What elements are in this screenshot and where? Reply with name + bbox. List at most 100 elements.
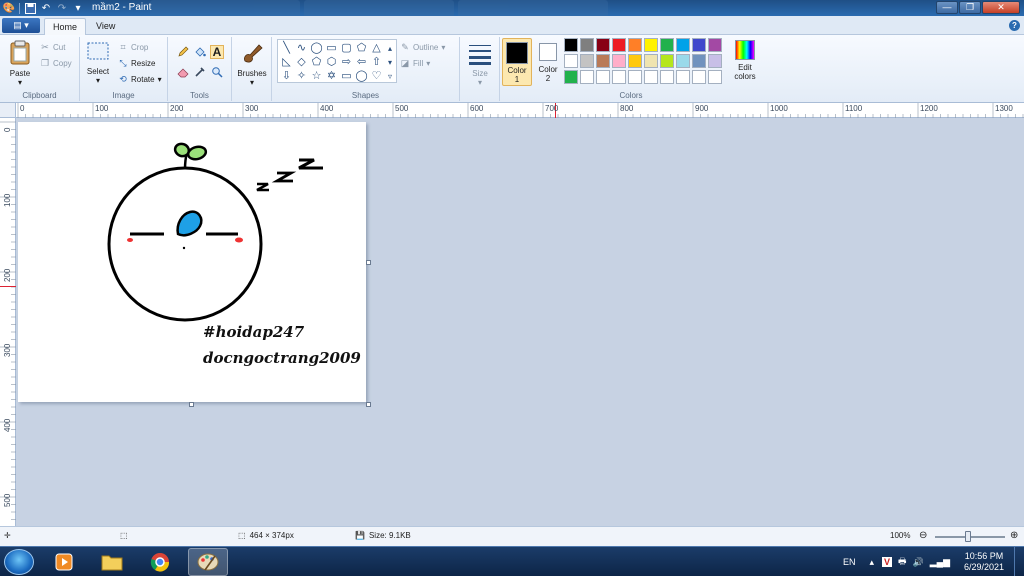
volume-icon[interactable]: 🔊 <box>913 557 924 568</box>
select-button[interactable]: Select ▾ <box>84 41 112 85</box>
undo-icon[interactable]: ↶ <box>40 2 52 14</box>
shapes-scroll-down-icon[interactable]: ▾ <box>384 56 396 69</box>
four-point-star-shape-icon[interactable]: ✧ <box>295 70 308 83</box>
palette-swatch[interactable] <box>660 70 674 84</box>
color2-button[interactable]: Color 2 <box>534 38 562 86</box>
palette-swatch[interactable] <box>644 70 658 84</box>
palette-swatch[interactable] <box>692 54 706 68</box>
cut-button[interactable]: ✂ Cut <box>40 41 65 54</box>
edit-colors-button[interactable]: Edit colors <box>730 38 760 86</box>
drawing-canvas[interactable]: #hoidap247 docngoctrang2009 <box>18 122 366 402</box>
brushes-button[interactable]: Brushes ▾ <box>236 41 268 87</box>
file-menu-button[interactable]: ▤ ▾ <box>2 18 40 33</box>
taskbar-chrome[interactable] <box>140 548 180 576</box>
pencil-icon[interactable] <box>176 45 190 59</box>
resize-button[interactable]: ⤡ Resize <box>118 57 155 70</box>
palette-swatch[interactable] <box>660 38 674 52</box>
palette-swatch[interactable] <box>708 38 722 52</box>
palette-swatch[interactable] <box>644 38 658 52</box>
maximize-button[interactable]: ❐ <box>959 1 981 14</box>
right-triangle-shape-icon[interactable]: ◺ <box>280 56 293 69</box>
help-icon[interactable]: ? <box>1009 20 1020 31</box>
palette-swatch[interactable] <box>596 54 610 68</box>
paint-app-icon[interactable]: 🎨 <box>3 2 15 14</box>
right-arrow-shape-icon[interactable]: ⇨ <box>340 56 353 69</box>
curve-shape-icon[interactable]: ∿ <box>295 42 308 55</box>
rounded-rectangle-shape-icon[interactable]: ▢ <box>340 42 353 55</box>
tray-expand-icon[interactable]: ▴ <box>870 557 875 568</box>
tab-home[interactable]: Home <box>44 18 87 36</box>
text-tool-icon[interactable]: A <box>210 45 224 59</box>
taskbar-media-player[interactable] <box>44 548 84 576</box>
tab-view[interactable]: View <box>88 18 123 36</box>
hexagon-shape-icon[interactable]: ⬡ <box>325 56 338 69</box>
show-desktop-button[interactable] <box>1014 547 1024 576</box>
up-arrow-shape-icon[interactable]: ⇧ <box>370 56 383 69</box>
palette-swatch[interactable] <box>676 70 690 84</box>
rotate-button[interactable]: ⟲ Rotate ▾ <box>118 73 161 86</box>
line-shape-icon[interactable]: ╲ <box>280 42 293 55</box>
palette-swatch[interactable] <box>612 38 626 52</box>
printer-tray-icon[interactable]: 🖶 <box>898 554 907 570</box>
close-button[interactable]: ✕ <box>982 1 1020 14</box>
six-point-star-shape-icon[interactable]: ✡ <box>325 70 338 83</box>
palette-swatch[interactable] <box>628 38 642 52</box>
down-arrow-shape-icon[interactable]: ⇩ <box>280 70 293 83</box>
palette-swatch[interactable] <box>612 54 626 68</box>
palette-swatch[interactable] <box>708 54 722 68</box>
palette-swatch[interactable] <box>596 38 610 52</box>
magnifier-icon[interactable] <box>210 65 224 79</box>
callout-oval-shape-icon[interactable]: ◯ <box>355 70 368 83</box>
antivirus-tray-icon[interactable]: V <box>882 557 893 567</box>
taskbar-paint[interactable] <box>188 548 228 576</box>
system-clock[interactable]: 10:56 PM 6/29/2021 <box>958 551 1010 573</box>
oval-shape-icon[interactable]: ◯ <box>310 42 323 55</box>
canvas-resize-handle-corner[interactable] <box>366 402 371 407</box>
redo-icon[interactable]: ↷ <box>56 2 68 14</box>
language-indicator[interactable]: EN <box>843 557 856 567</box>
zoom-out-button[interactable]: ⊖ <box>919 530 927 541</box>
shapes-scroll-up-icon[interactable]: ▴ <box>384 42 396 55</box>
palette-swatch[interactable] <box>660 54 674 68</box>
five-point-star-shape-icon[interactable]: ☆ <box>310 70 323 83</box>
palette-swatch[interactable] <box>692 70 706 84</box>
palette-swatch[interactable] <box>628 70 642 84</box>
heart-shape-icon[interactable]: ♡ <box>370 70 383 83</box>
fill-button[interactable]: ◪ Fill ▾ <box>400 57 431 70</box>
pentagon-shape-icon[interactable]: ⬠ <box>310 56 323 69</box>
palette-swatch[interactable] <box>708 70 722 84</box>
zoom-slider-thumb[interactable] <box>965 531 971 542</box>
color-picker-icon[interactable] <box>193 65 207 79</box>
fill-bucket-icon[interactable] <box>193 45 207 59</box>
palette-swatch[interactable] <box>692 38 706 52</box>
color1-button[interactable]: Color 1 <box>502 38 532 86</box>
zoom-in-button[interactable]: ⊕ <box>1010 530 1018 541</box>
canvas-workspace[interactable]: #hoidap247 docngoctrang2009 <box>16 118 1024 526</box>
palette-swatch[interactable] <box>564 54 578 68</box>
canvas-resize-handle-bottom[interactable] <box>189 402 194 407</box>
crop-button[interactable]: ⌗ Crop <box>118 41 148 54</box>
palette-swatch[interactable] <box>580 38 594 52</box>
palette-swatch[interactable] <box>644 54 658 68</box>
outline-button[interactable]: ✎ Outline ▾ <box>400 41 445 54</box>
palette-swatch[interactable] <box>564 70 578 84</box>
palette-swatch[interactable] <box>628 54 642 68</box>
eraser-icon[interactable] <box>176 65 190 79</box>
copy-button[interactable]: ❐ Copy <box>40 57 72 70</box>
callout-rectangle-shape-icon[interactable]: ▭ <box>340 70 353 83</box>
palette-swatch[interactable] <box>580 70 594 84</box>
canvas-resize-handle-right[interactable] <box>366 260 371 265</box>
size-button[interactable]: Size ▾ <box>464 41 496 87</box>
paste-button[interactable]: Paste ▾ <box>4 39 36 87</box>
left-arrow-shape-icon[interactable]: ⇦ <box>355 56 368 69</box>
palette-swatch[interactable] <box>596 70 610 84</box>
palette-swatch[interactable] <box>676 38 690 52</box>
polygon-shape-icon[interactable]: ⬠ <box>355 42 368 55</box>
palette-swatch[interactable] <box>580 54 594 68</box>
rectangle-shape-icon[interactable]: ▭ <box>325 42 338 55</box>
customize-qat-icon[interactable]: ▾ <box>72 2 84 14</box>
taskbar-file-explorer[interactable] <box>92 548 132 576</box>
diamond-shape-icon[interactable]: ◇ <box>295 56 308 69</box>
palette-swatch[interactable] <box>564 38 578 52</box>
shapes-expand-icon[interactable]: ▿ <box>384 70 396 83</box>
